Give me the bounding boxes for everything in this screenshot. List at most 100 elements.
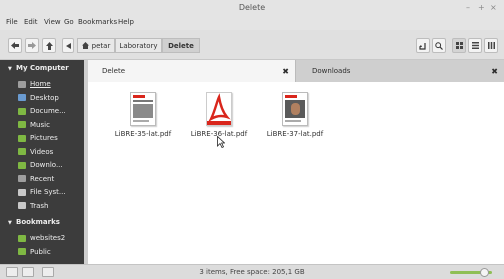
- tab-downloads[interactable]: Downloads ✖: [296, 60, 504, 82]
- sidebar-item-label: Public: [30, 247, 51, 256]
- up-button[interactable]: [42, 38, 56, 53]
- zoom-slider-handle[interactable]: [480, 268, 489, 277]
- status-bar: 3 items, Free space: 205,1 GB: [0, 264, 504, 279]
- sidebar-item-label: Recent: [30, 174, 55, 183]
- caret-left-icon: [65, 42, 71, 49]
- folder-icon: [18, 234, 26, 242]
- sidebar-item-label: Desktop: [30, 93, 59, 102]
- grid-icon: [455, 42, 463, 49]
- tab-bar: Delete ✖ Downloads ✖: [88, 60, 504, 82]
- tab-close-icon[interactable]: ✖: [491, 67, 498, 76]
- compact-list-icon: [487, 42, 495, 49]
- magazine-cover-icon: [282, 92, 308, 126]
- sidebar-item-label: Trash: [30, 201, 49, 210]
- search-button[interactable]: [432, 38, 446, 53]
- menu-bookmarks[interactable]: Bookmarks: [78, 18, 117, 26]
- file-view[interactable]: LiBRE-35-lat.pdf LiBRE-36-lat.pdf LiBRE-…: [88, 82, 504, 264]
- mouse-cursor-icon: [217, 136, 225, 148]
- breadcrumb-laboratory[interactable]: Laboratory: [115, 38, 162, 53]
- expand-arrow-icon: ▼: [8, 220, 12, 226]
- toggle-location-button[interactable]: [416, 38, 430, 53]
- folder-icon: [18, 161, 26, 169]
- sidebar-item-public[interactable]: Public: [0, 246, 84, 258]
- sidebar-header-bookmarks[interactable]: ▼ Bookmarks: [0, 218, 88, 229]
- icon-view-button[interactable]: [452, 38, 466, 53]
- sidebar-item-music[interactable]: Music: [0, 119, 84, 131]
- menu-help[interactable]: Help: [118, 18, 134, 26]
- menu-file[interactable]: File: [6, 18, 18, 26]
- folder-icon: [18, 148, 26, 155]
- pdf-icon: [206, 92, 232, 126]
- breadcrumb-label-delete: Delete: [168, 41, 194, 50]
- sidebar-item-trash[interactable]: Trash: [0, 200, 84, 212]
- file-item[interactable]: LiBRE-37-lat.pdf: [260, 92, 330, 138]
- sidebar-item-file-syst[interactable]: File Syst...: [0, 186, 84, 198]
- sidebar-item-label: Music: [30, 120, 50, 129]
- folder-icon: [18, 121, 26, 128]
- sidebar-item-label: Downlo...: [30, 161, 63, 169]
- sidebar-item-label: File Syst...: [30, 188, 66, 196]
- search-icon: [435, 41, 443, 50]
- sidebar-header-computer[interactable]: ▼ My Computer: [0, 64, 88, 75]
- path-left-button[interactable]: [62, 38, 74, 53]
- sidebar-item-recent[interactable]: Recent: [0, 173, 84, 185]
- file-item[interactable]: LiBRE-35-lat.pdf: [108, 92, 178, 138]
- sidebar-item-label: Videos: [30, 147, 54, 156]
- sidebar-item-label: Docume...: [30, 107, 66, 115]
- list-view-button[interactable]: [468, 38, 482, 53]
- file-item[interactable]: LiBRE-36-lat.pdf: [184, 92, 254, 138]
- tab-delete[interactable]: Delete ✖: [88, 60, 296, 82]
- sidebar-item-home[interactable]: Home: [0, 78, 84, 90]
- up-arrow-icon: [45, 41, 53, 50]
- home-icon: [18, 80, 26, 88]
- file-name: LiBRE-37-lat.pdf: [266, 130, 324, 138]
- location-toggle-icon: [419, 42, 426, 50]
- trash-icon: [18, 202, 26, 209]
- forward-arrow-icon: [28, 42, 36, 49]
- back-arrow-icon: [11, 42, 19, 49]
- minimize-button[interactable]: –: [466, 3, 470, 12]
- sidebar-header-label: My Computer: [16, 64, 69, 72]
- sidebar-item-label: Pictures: [30, 134, 58, 142]
- desktop-icon: [18, 94, 26, 101]
- menu-bar: File Edit View Go Bookmarks Help: [0, 16, 504, 30]
- breadcrumb-home[interactable]: petar: [77, 38, 115, 53]
- expand-arrow-icon: ▼: [8, 66, 12, 72]
- file-name: LiBRE-35-lat.pdf: [114, 130, 172, 138]
- tab-close-icon[interactable]: ✖: [282, 67, 289, 76]
- sidebar-item-docume[interactable]: Docume...: [0, 105, 84, 117]
- forward-button[interactable]: [25, 38, 39, 53]
- clock-icon: [18, 175, 26, 182]
- folder-icon: [18, 248, 26, 255]
- breadcrumb-label-laboratory: Laboratory: [119, 41, 158, 50]
- sidebar-item-downlo[interactable]: Downlo...: [0, 159, 84, 171]
- folder-icon: [18, 134, 26, 142]
- window-title: Delete: [238, 3, 266, 12]
- home-icon: [81, 42, 89, 49]
- sidebar-header-label: Bookmarks: [16, 218, 60, 226]
- compact-view-button[interactable]: [484, 38, 498, 53]
- tab-label: Downloads: [312, 67, 351, 75]
- breadcrumb-delete[interactable]: Delete: [162, 38, 200, 53]
- zoom-slider[interactable]: [450, 268, 492, 277]
- list-icon: [471, 42, 479, 49]
- magazine-cover-icon: [130, 92, 156, 126]
- back-button[interactable]: [8, 38, 22, 53]
- breadcrumb-label-home: petar: [91, 41, 111, 50]
- sidebar-item-label: Home: [30, 80, 51, 88]
- folder-icon: [18, 107, 26, 115]
- tab-label: Delete: [102, 67, 125, 75]
- menu-edit[interactable]: Edit: [24, 18, 38, 26]
- sidebar-item-label: websites2: [30, 234, 66, 242]
- sidebar-item-websites2[interactable]: websites2: [0, 232, 84, 244]
- maximize-button[interactable]: +: [478, 3, 485, 12]
- sidebar-item-pictures[interactable]: Pictures: [0, 132, 84, 144]
- sidebar: ▼ My Computer Home Desktop Docume... Music Pi…: [0, 60, 88, 264]
- toolbar: petar Laboratory Delete: [0, 30, 504, 60]
- sidebar-item-videos[interactable]: Videos: [0, 146, 84, 158]
- status-text: 3 items, Free space: 205,1 GB: [199, 268, 305, 276]
- close-window-button[interactable]: ×: [490, 3, 497, 12]
- menu-view[interactable]: View: [44, 18, 61, 26]
- sidebar-item-desktop[interactable]: Desktop: [0, 92, 84, 104]
- menu-go[interactable]: Go: [64, 18, 74, 26]
